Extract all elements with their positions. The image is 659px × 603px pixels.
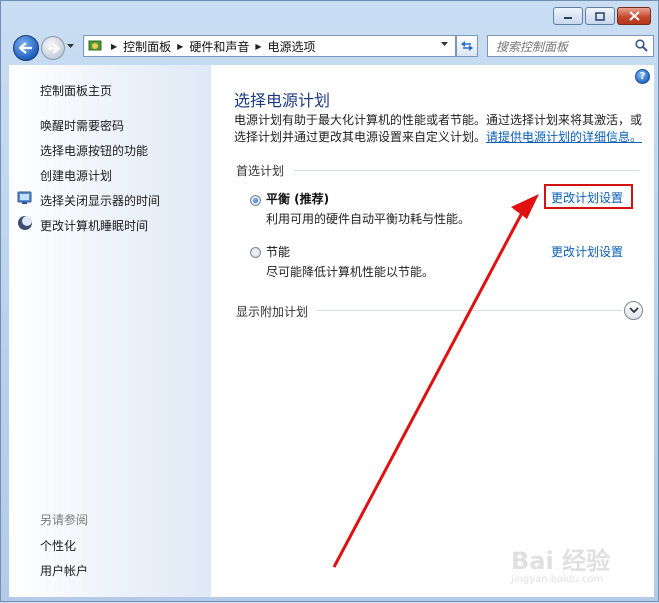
breadcrumb-hardware-sound[interactable]: 硬件和声音 — [189, 38, 249, 55]
watermark-url: jingyan.baidu.com — [511, 574, 604, 585]
sidebar-link-require-password[interactable]: 唤醒时需要密码 — [40, 117, 124, 134]
sidebar-link-sleep-time[interactable]: 更改计算机睡眠时间 — [40, 217, 148, 234]
show-additional-plans-label[interactable]: 显示附加计划 — [236, 303, 308, 320]
preferred-plans-heading: 首选计划 — [236, 164, 285, 178]
breadcrumb-control-panel[interactable]: 控制面板 — [123, 38, 171, 55]
chevron-down-icon — [628, 307, 639, 314]
breadcrumb-separator[interactable]: ▶ — [255, 42, 261, 51]
minimize-button[interactable] — [553, 7, 583, 25]
address-dropdown-icon[interactable] — [440, 41, 449, 47]
plan-details-link[interactable]: 请提供电源计划的详细信息。 — [486, 130, 642, 144]
recent-pages-dropdown-icon[interactable] — [66, 43, 75, 49]
plan-balanced-radio[interactable] — [250, 195, 261, 206]
minimize-icon — [564, 17, 572, 19]
plan-power-saver-name[interactable]: 节能 — [266, 243, 290, 260]
refresh-icon — [461, 41, 473, 51]
refresh-button[interactable] — [456, 35, 478, 57]
back-arrow-icon — [19, 42, 32, 54]
forward-arrow-icon — [47, 42, 60, 54]
maximize-icon — [595, 11, 605, 21]
back-button[interactable] — [13, 35, 39, 61]
monitor-icon — [17, 191, 32, 204]
sidebar-link-create-plan[interactable]: 创建电源计划 — [40, 167, 112, 184]
plan-balanced-name[interactable]: 平衡 (推荐) — [266, 190, 329, 207]
plan-balanced-description: 利用可用的硬件自动平衡功耗与性能。 — [266, 212, 471, 226]
main-content: ? 选择电源计划 电源计划有助于最大化计算机的性能或者节能。通过选择计划来将其激… — [211, 65, 654, 597]
watermark-brand: Bai 经验 — [511, 547, 611, 575]
search-icon[interactable] — [635, 39, 648, 52]
sidebar-link-personalization[interactable]: 个性化 — [40, 537, 76, 554]
forward-button[interactable] — [41, 36, 65, 60]
page-description: 电源计划有助于最大化计算机的性能或者节能。通过选择计划来将其激活，或选择计划并通… — [234, 112, 646, 146]
divider — [294, 170, 639, 171]
close-button[interactable] — [617, 7, 651, 25]
sidebar-link-power-buttons[interactable]: 选择电源按钮的功能 — [40, 142, 148, 159]
search-input[interactable] — [494, 37, 633, 57]
annotation-highlight-box — [544, 184, 633, 209]
plan-power-saver-description: 尽可能降低计算机性能以节能。 — [266, 265, 435, 279]
address-bar[interactable]: ▶ 控制面板 ▶ 硬件和声音 ▶ 电源选项 — [83, 35, 456, 57]
expand-additional-plans-button[interactable] — [624, 301, 643, 320]
help-icon: ? — [639, 71, 646, 82]
control-panel-icon — [88, 40, 102, 51]
tasks-pane: 控制面板主页 唤醒时需要密码 选择电源按钮的功能 创建电源计划 选择关闭显示器的… — [9, 65, 211, 597]
plan-power-saver-change-settings-link[interactable]: 更改计划设置 — [551, 243, 623, 260]
control-panel-home-link[interactable]: 控制面板主页 — [40, 82, 112, 99]
divider — [316, 310, 622, 311]
window: ▶ 控制面板 ▶ 硬件和声音 ▶ 电源选项 控制面板主页 唤醒时需要密码 选择电… — [0, 0, 659, 602]
plan-power-saver-radio[interactable] — [250, 247, 261, 258]
maximize-button[interactable] — [585, 7, 615, 25]
breadcrumb-power-options[interactable]: 电源选项 — [268, 38, 316, 55]
sleep-moon-icon — [18, 216, 32, 230]
search-box[interactable] — [487, 35, 654, 57]
breadcrumb-separator[interactable]: ▶ — [177, 42, 183, 51]
see-also-heading: 另请参阅 — [40, 513, 89, 527]
breadcrumb-separator[interactable]: ▶ — [111, 42, 117, 51]
sidebar-link-user-accounts[interactable]: 用户帐户 — [40, 562, 88, 579]
close-icon — [628, 11, 640, 21]
help-button[interactable]: ? — [635, 69, 650, 84]
page-title: 选择电源计划 — [234, 91, 331, 110]
sidebar-link-display-off-time[interactable]: 选择关闭显示器的时间 — [40, 192, 160, 209]
caption-buttons — [553, 7, 651, 25]
baidu-watermark: Bai 经验 jingyan.baidu.com — [511, 541, 610, 585]
